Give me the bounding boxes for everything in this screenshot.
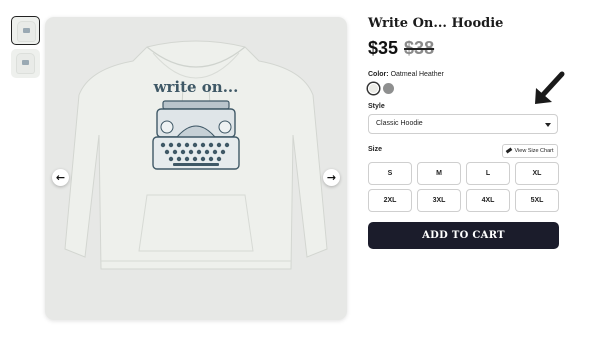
size-option-4xl[interactable]: 4XL [466,189,510,212]
swatch-oatmeal-heather[interactable] [368,83,379,94]
size-option-s[interactable]: S [368,162,412,185]
hoodie-thumbnail-image [18,22,35,41]
chevron-down-icon [545,123,551,127]
size-option-l[interactable]: L [466,162,510,185]
chevron-right-icon: → [326,171,337,184]
thumbnail-1[interactable] [11,16,40,45]
style-label: Style [368,103,385,110]
hoodie-illustration: write on... [64,40,328,270]
graphic-text: write on... [153,78,239,96]
current-price: $35 [368,38,399,58]
style-selected-value: Classic Hoodie [376,120,423,127]
add-to-cart-button[interactable]: ADD TO CART [368,222,559,249]
size-chart-label: View Size Chart [514,148,554,154]
previous-image-button[interactable]: ← [52,169,69,186]
ruler-icon [506,147,513,154]
selected-color-name: Oatmeal Heather [390,71,444,78]
color-label-title: Color: [368,71,389,78]
size-option-5xl[interactable]: 5XL [515,189,559,212]
product-title: Write On... Hoodie [368,16,504,31]
thumbnail-list [11,16,41,82]
color-swatches [368,83,398,94]
pointer-arrow-icon [535,71,565,104]
style-select[interactable]: Classic Hoodie [368,114,558,134]
size-option-3xl[interactable]: 3XL [417,189,461,212]
size-label: Size [368,146,383,153]
chevron-left-icon: ← [55,171,66,184]
size-option-xl[interactable]: XL [515,162,559,185]
hoodie-thumbnail-image [17,54,34,73]
original-price: $38 [404,38,435,58]
size-option-2xl[interactable]: 2XL [368,189,412,212]
price-row: $35 $38 [368,38,434,59]
swatch-grey[interactable] [383,83,394,94]
next-image-button[interactable]: → [323,169,340,186]
size-option-m[interactable]: M [417,162,461,185]
color-label: Color: Oatmeal Heather [368,71,444,78]
size-options: S M L XL 2XL 3XL 4XL 5XL [368,162,559,212]
view-size-chart-button[interactable]: View Size Chart [502,144,558,158]
thumbnail-2[interactable] [11,49,40,78]
product-image: write on... ← → [45,17,347,320]
